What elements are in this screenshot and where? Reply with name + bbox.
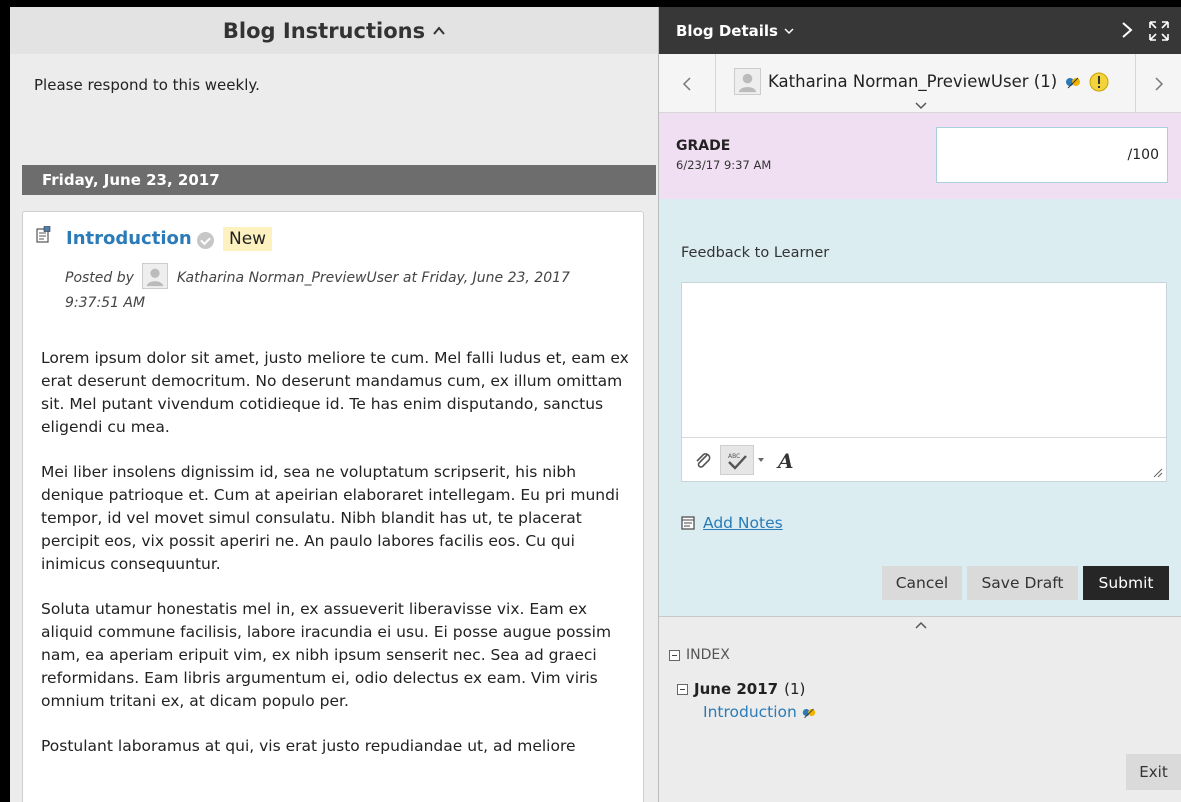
chevron-left-icon — [682, 76, 691, 91]
index-toggle[interactable]: INDEX — [669, 647, 730, 663]
date-header: Friday, June 23, 2017 — [22, 165, 656, 195]
blog-details-header: Blog Details — [659, 7, 1181, 54]
avatar-icon — [142, 263, 169, 289]
blog-instructions-toggle[interactable]: Blog Instructions — [10, 7, 658, 54]
blog-content-pane: Blog Instructions Please respond to this… — [10, 7, 658, 802]
avatar-icon — [734, 68, 761, 95]
feedback-text[interactable] — [682, 283, 1166, 437]
collapse-month-icon — [677, 683, 688, 695]
grade-section: GRADE 6/23/17 9:37 AM /100 — [659, 113, 1181, 199]
editor-toolbar: ABC A — [682, 437, 1166, 481]
author-name: Katharina Norman_PreviewUser — [176, 270, 399, 286]
feedback-section: Feedback to Learner ABC A Add Notes Canc… — [659, 199, 1181, 616]
font-icon: A — [776, 449, 794, 471]
save-draft-button[interactable]: Save Draft — [967, 566, 1078, 600]
entry-paragraph: Soluta utamur honestatis mel in, ex assu… — [41, 600, 612, 710]
index-entry-label: Introduction — [703, 703, 797, 721]
blog-details-toggle[interactable]: Blog Details — [676, 22, 778, 40]
index-month[interactable]: June 2017 (1) — [677, 680, 805, 698]
entry-paragraph: Mei liber insolens dignissim id, sea ne … — [41, 463, 620, 573]
blog-entry-icon — [36, 226, 51, 243]
chevron-down-icon[interactable] — [915, 102, 927, 110]
chevron-down-icon — [758, 458, 764, 462]
expand-icon[interactable] — [1148, 20, 1170, 42]
grading-panel: Blog Details Katharina Norman_PreviewUse… — [658, 7, 1181, 802]
grade-input[interactable]: /100 — [936, 127, 1168, 183]
index-label: INDEX — [686, 647, 730, 663]
resize-grip-icon[interactable] — [1152, 467, 1163, 478]
svg-text:ABC: ABC — [728, 453, 740, 460]
needs-grading-icon — [802, 708, 816, 718]
index-month-count: (1) — [784, 680, 806, 698]
grade-max: /100 — [1127, 147, 1159, 163]
feedback-label: Feedback to Learner — [681, 245, 830, 261]
status-check-icon — [197, 232, 214, 249]
chevron-right-icon[interactable] — [1120, 20, 1134, 40]
add-notes: Add Notes — [681, 514, 783, 532]
collapse-icon — [914, 621, 927, 629]
alert-icon — [1089, 72, 1109, 91]
entry-byline: Posted by Katharina Norman_PreviewUser a… — [65, 263, 625, 315]
next-user-button[interactable] — [1135, 54, 1181, 113]
grade-date: 6/23/17 9:37 AM — [676, 158, 772, 172]
chevron-right-icon — [1155, 76, 1164, 91]
app-frame: Blog Instructions Please respond to this… — [10, 7, 1181, 802]
entry-paragraph: Lorem ipsum dolor sit amet, justo melior… — [41, 349, 629, 436]
spellcheck-dropdown[interactable] — [754, 445, 768, 475]
action-buttons: Cancel Save Draft Submit — [659, 566, 1181, 601]
submit-button[interactable]: Submit — [1083, 566, 1169, 600]
index-entry-link[interactable]: Introduction — [703, 703, 817, 721]
font-button[interactable]: A — [772, 445, 800, 475]
collapse-button[interactable] — [659, 616, 1181, 632]
exit-button[interactable]: Exit — [1126, 754, 1181, 790]
entry-body: Lorem ipsum dolor sit amet, justo melior… — [41, 347, 633, 780]
notes-icon — [681, 516, 695, 530]
user-select[interactable]: Katharina Norman_PreviewUser (1) — [734, 68, 1109, 95]
spellcheck-button[interactable]: ABC — [720, 445, 754, 475]
user-navigator: Katharina Norman_PreviewUser (1) — [659, 54, 1181, 113]
add-notes-link[interactable]: Add Notes — [703, 514, 783, 532]
collapse-index-icon — [669, 649, 680, 661]
new-badge: New — [223, 227, 273, 251]
grade-label: GRADE — [676, 138, 731, 154]
previous-user-button[interactable] — [659, 54, 716, 113]
feedback-editor[interactable]: ABC A — [681, 282, 1167, 482]
chevron-down-icon[interactable] — [784, 26, 794, 36]
svg-text:A: A — [776, 449, 794, 471]
spellcheck-icon: ABC — [728, 453, 747, 470]
chevron-up-icon — [433, 25, 445, 35]
index-month-label: June 2017 — [694, 680, 779, 698]
attach-icon — [696, 453, 711, 468]
entry-title-link[interactable]: Introduction — [66, 228, 192, 249]
instructions-text: Please respond to this weekly. — [34, 76, 260, 94]
posted-by-label: Posted by — [65, 270, 134, 286]
attach-button[interactable] — [688, 445, 718, 475]
user-name: Katharina Norman_PreviewUser (1) — [768, 72, 1058, 91]
blog-entry: Introduction New Posted by Katharina Nor… — [22, 211, 644, 802]
entry-paragraph: Postulant laboramus at qui, vis erat jus… — [41, 737, 576, 755]
needs-grading-icon — [1066, 77, 1081, 88]
blog-instructions-title: Blog Instructions — [222, 18, 426, 43]
cancel-button[interactable]: Cancel — [882, 566, 962, 600]
